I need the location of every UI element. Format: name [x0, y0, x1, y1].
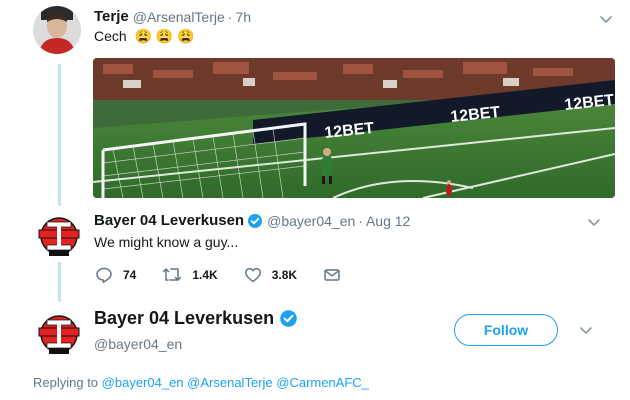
reply-button[interactable]: 74: [95, 266, 136, 284]
display-name[interactable]: Bayer 04 Leverkusen: [94, 308, 274, 329]
separator: ·: [358, 212, 363, 229]
retweet-icon: [163, 268, 182, 281]
tweet-actions: 74 1.4K 3.8K: [95, 266, 377, 284]
like-button[interactable]: 3.8K: [244, 266, 297, 284]
verified-badge-icon: [279, 309, 298, 328]
display-name[interactable]: Terje: [94, 8, 129, 25]
timestamp[interactable]: 7h: [235, 9, 251, 25]
retweet-count: 1.4K: [192, 268, 218, 282]
weary-face-emoji: 😩: [155, 28, 174, 44]
replying-label: Replying to: [33, 375, 99, 390]
follow-button[interactable]: Follow: [454, 314, 558, 346]
weary-face-emoji: 😩: [177, 28, 195, 44]
retweet-button[interactable]: 1.4K: [162, 266, 218, 284]
replying-to: Replying to @bayer04_en @ArsenalTerje @C…: [33, 375, 369, 390]
chevron-down-icon[interactable]: [586, 214, 602, 230]
weary-face-emoji: 😩: [134, 28, 153, 44]
tweet-media[interactable]: 12BET 12BET 12BET: [93, 58, 615, 198]
separator: ·: [227, 8, 233, 25]
author-header: Bayer 04 Leverkusen: [94, 308, 298, 329]
like-count: 3.8K: [271, 268, 298, 282]
tweet-text: Cech 😩 😩 😩: [94, 28, 195, 45]
reply-count: 74: [123, 268, 137, 282]
tweet-header: Bayer 04 Leverkusen @bayer04_en · Aug 12: [94, 212, 410, 229]
user-handle[interactable]: @bayer04_en: [267, 213, 355, 229]
mention-link[interactable]: @CarmenAFC_: [276, 375, 369, 390]
heart-icon: [244, 267, 261, 283]
timestamp[interactable]: Aug 12: [366, 213, 410, 229]
display-name[interactable]: Bayer 04 Leverkusen: [94, 212, 244, 229]
chevron-down-icon[interactable]: [578, 322, 594, 338]
user-handle[interactable]: @bayer04_en: [94, 336, 182, 352]
bayer-04-logo-icon: [38, 217, 80, 256]
mention-link[interactable]: @bayer04_en: [102, 375, 184, 390]
mention-link[interactable]: @ArsenalTerje: [187, 375, 272, 390]
avatar[interactable]: [33, 6, 81, 54]
tweet-body: Cech: [94, 28, 127, 44]
football-match-image: 12BET 12BET 12BET: [93, 58, 615, 198]
direct-message-button[interactable]: [323, 266, 351, 284]
verified-badge-icon: [247, 213, 263, 229]
envelope-icon: [324, 269, 340, 281]
avatar-photo: [33, 6, 81, 54]
thread-connector: [58, 64, 61, 206]
bayer-04-logo-icon: [38, 315, 80, 354]
reply-icon: [96, 267, 112, 283]
user-handle[interactable]: @ArsenalTerje: [133, 9, 225, 25]
tweet-text: We might know a guy...: [94, 234, 239, 250]
tweet-header: Terje @ArsenalTerje · 7h: [94, 8, 251, 25]
chevron-down-icon[interactable]: [598, 11, 614, 27]
thread-connector: [58, 262, 61, 302]
avatar[interactable]: [33, 210, 85, 262]
avatar[interactable]: [33, 308, 85, 360]
